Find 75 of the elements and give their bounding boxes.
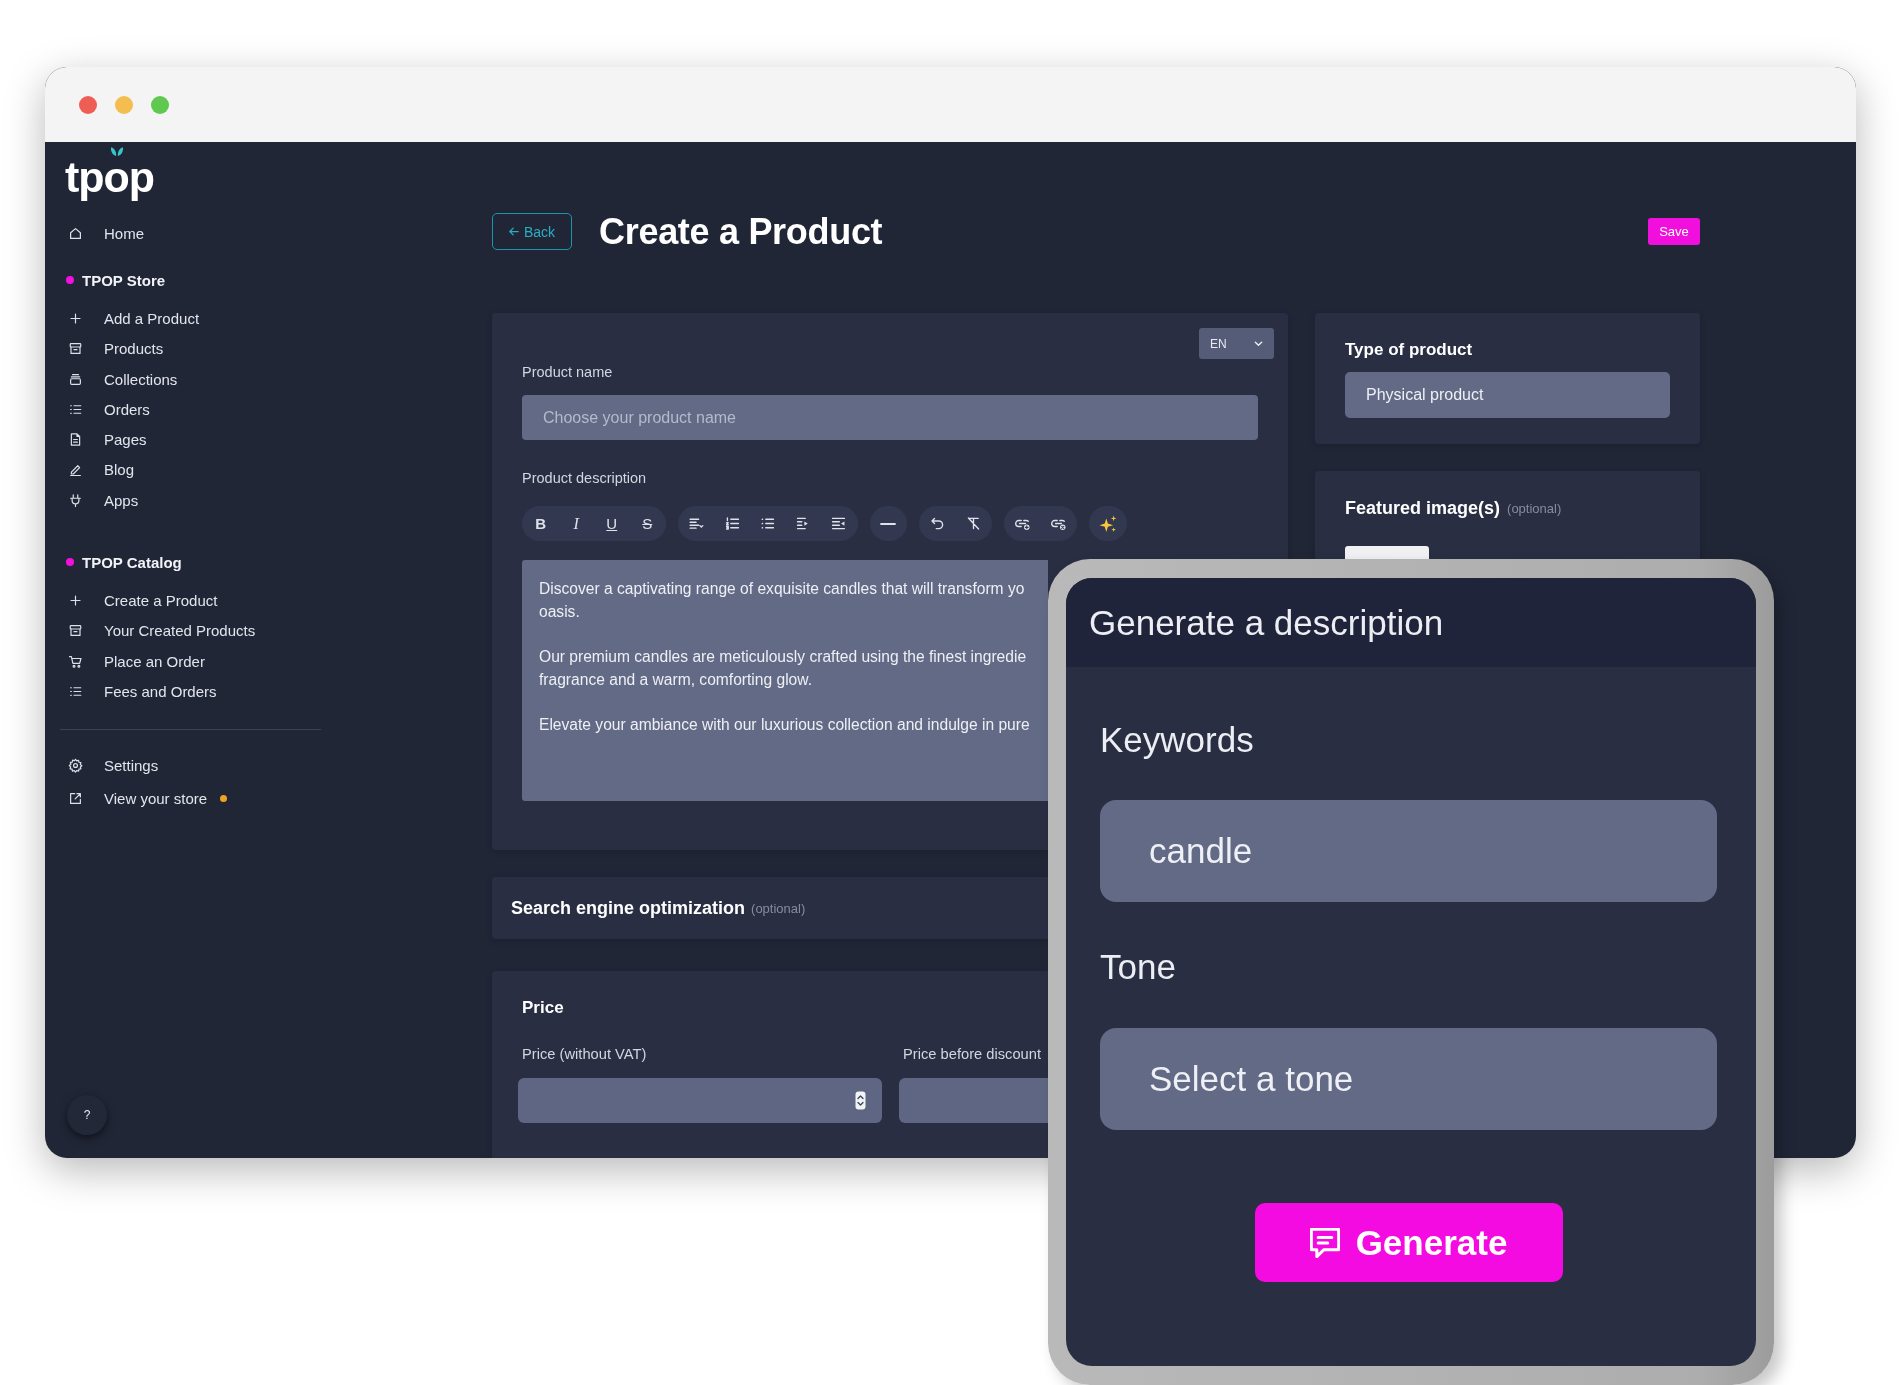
document-icon [68,432,83,448]
field-label: Keywords [1100,719,1254,761]
underline-button[interactable]: U [594,506,630,541]
section-title: TPOP Store [82,271,166,289]
tone-select[interactable]: Select a tone [1100,1028,1717,1130]
field-label: Price (without VAT) [522,1045,647,1063]
pencil-icon [68,462,83,478]
chat-bubble-icon [1309,1227,1340,1258]
language-dropdown[interactable]: EN [1199,328,1274,359]
sidebar-link[interactable]: Create a Product [68,585,218,616]
arrow-left-icon [508,227,519,236]
save-button[interactable]: Save [1648,218,1700,245]
price-input-field[interactable] [899,1078,1048,1123]
field-label: Product name [522,363,613,381]
close-icon[interactable] [79,95,97,114]
sidebar-link[interactable]: View your store [68,782,208,814]
numbered-list-icon [723,515,741,532]
sparkles-icon [1098,514,1117,533]
sidebar-link[interactable]: Add a Product [68,303,200,334]
product-name-field[interactable]: Choose your product name [522,395,1258,440]
number-spinner-icon[interactable] [855,1091,866,1110]
sidebar-link[interactable]: Products [68,333,164,364]
sidebar-link[interactable]: Collections [68,363,178,395]
optional-note: (optional) [751,900,806,916]
leaf-icon [109,145,125,156]
plus-icon [68,310,83,326]
stacked-trays-icon [68,371,83,387]
sidebar-link[interactable]: Pages [68,424,147,455]
sidebar-link[interactable]: Your Created Products [68,615,256,646]
description-paragraph: Elevate your ambiance with our luxurious collection and indulge in pure [539,715,1030,735]
field-label: Price before discount [903,1045,1041,1063]
sidebar-link[interactable]: Fees and Orders [68,676,217,707]
section-title[interactable]: Search engine optimization [511,897,746,919]
description-paragraph: Our premium candles are meticulously crafted using the finest ingredie fragrance and a warm, comforting glow. [539,647,1027,690]
section-title: TPOP Catalog [82,553,182,571]
bullet-list-icon [759,515,777,532]
italic-button[interactable]: I [558,506,594,541]
cart-icon [68,653,83,669]
sidebar-link[interactable]: Settings [68,750,159,781]
external-link-icon [68,790,83,806]
price-input-field[interactable] [518,1078,882,1123]
field-label: Product description [522,469,647,487]
archive-box-icon [68,341,83,357]
sidebar-link[interactable]: Place an Order [68,645,205,677]
horizontal-rule-icon [880,522,897,525]
sidebar-link[interactable]: Apps [68,485,139,516]
settings-icon [68,758,83,774]
sidebar-link[interactable]: Home [68,218,144,249]
sidebar-link[interactable]: Blog [68,454,135,486]
bullet-dot-icon [66,276,74,285]
description-paragraph: Discover a captivating range of exquisite candles that will transform yo oasis. [539,579,1025,622]
sidebar-link[interactable]: Orders [68,394,150,425]
dialog-title: Generate a description [1089,602,1444,643]
bold-button[interactable]: B [523,506,559,541]
home-icon [68,225,83,241]
bullet-dot-icon [66,558,74,567]
chevron-down-icon [1254,340,1263,347]
back-button[interactable]: Back [492,213,572,250]
outdent-icon [830,515,848,532]
page-title: Create a Product [599,211,883,252]
archive-box-icon [68,623,83,639]
help-button[interactable]: ? [67,1095,107,1135]
optional-note: (optional) [1507,500,1562,516]
section-title: Featured image(s) [1345,498,1501,518]
field-label: Tone [1100,946,1176,988]
plug-icon [68,492,83,508]
description-editor[interactable] [522,560,1048,801]
keywords-field[interactable]: candle [1100,800,1717,902]
section-title: Price [522,998,564,1018]
plus-icon [68,593,83,608]
product-type-select[interactable]: Physical product [1345,372,1670,418]
logo-wordmark: tpop [65,156,155,199]
strikethrough-button[interactable]: S [629,506,665,541]
generate-button[interactable]: Generate [1254,1203,1563,1282]
section-title: Type of product [1345,340,1473,360]
